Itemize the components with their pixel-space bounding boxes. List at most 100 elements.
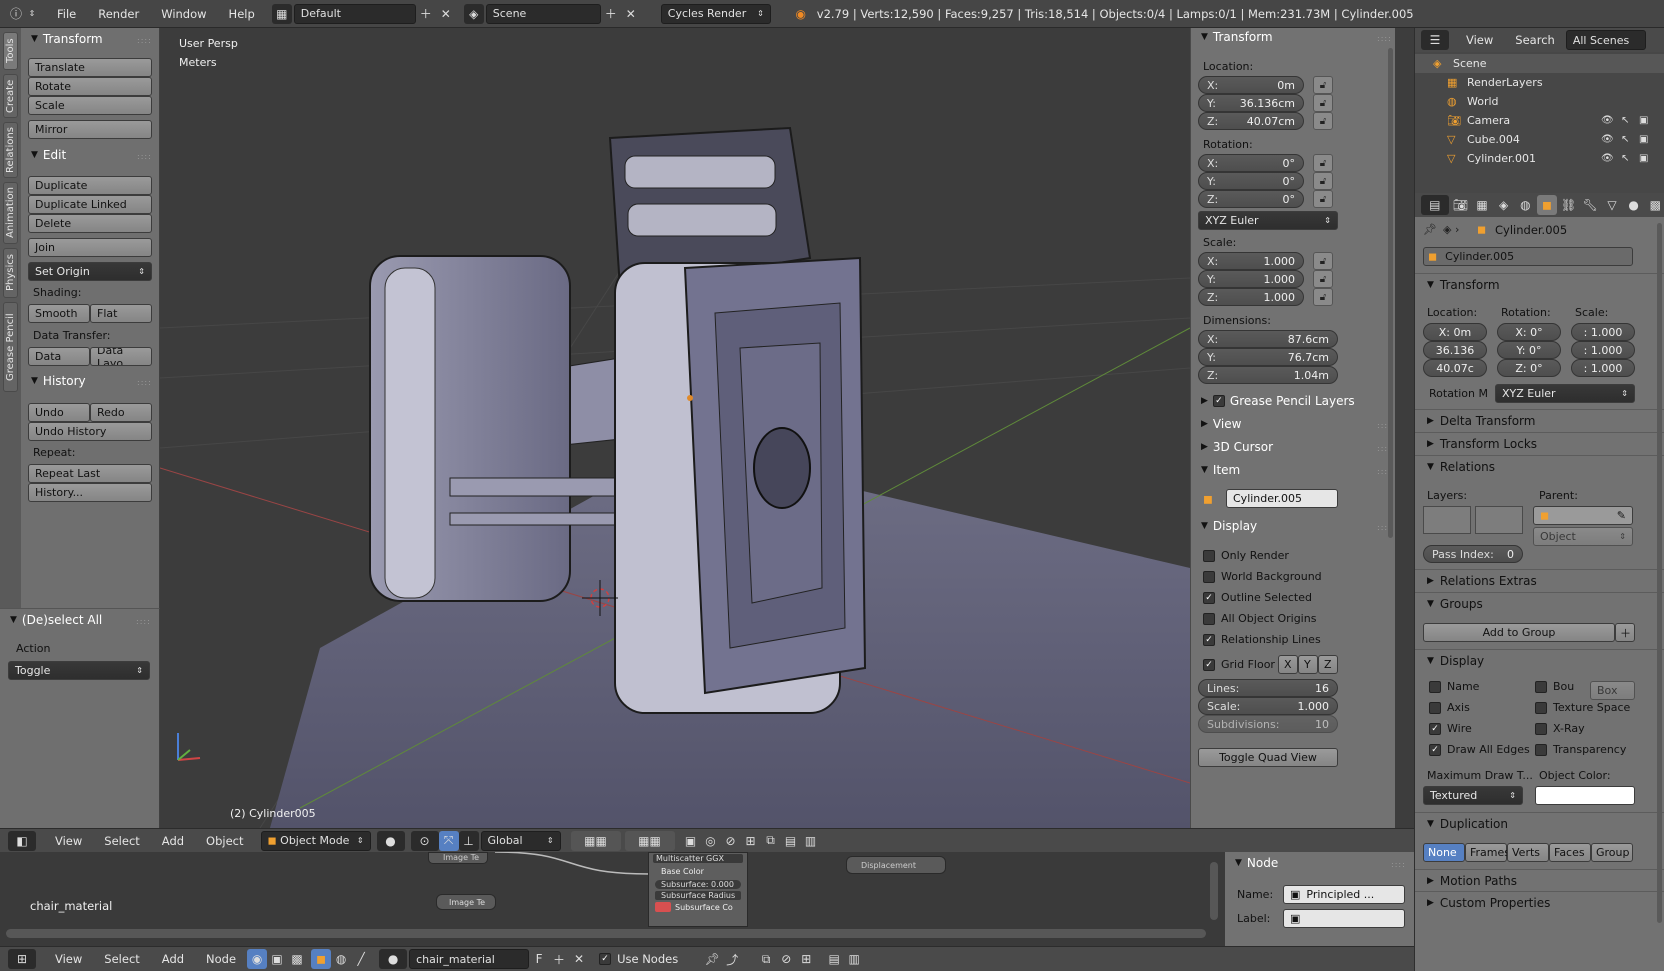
delta-transform-header[interactable]: ▶ Delta Transform xyxy=(1415,409,1664,431)
selectable-arrow-icon[interactable]: ↖ xyxy=(1621,153,1629,164)
display-option-checkbox[interactable] xyxy=(1203,613,1215,625)
screen-layout-icon[interactable]: ▦ xyxy=(271,3,292,24)
node-menu-add[interactable]: Add xyxy=(151,952,195,966)
scene-tab-icon[interactable]: ◈ xyxy=(1494,195,1514,215)
shading-sphere-icon[interactable]: ● xyxy=(376,830,405,851)
panel-scrollbar[interactable] xyxy=(1388,48,1393,538)
history-button[interactable]: History... xyxy=(28,483,152,502)
snap-icon[interactable]: ⊘ xyxy=(721,831,741,851)
relations-header[interactable]: ▼ Relations xyxy=(1415,455,1664,477)
prop-rotation-y[interactable]: Y: 0° xyxy=(1497,341,1561,359)
dimension-z-field[interactable]: Z: 1.04m xyxy=(1198,366,1338,384)
modifiers-tab-icon[interactable]: 🔧︎ xyxy=(1580,195,1600,215)
node-menu-select[interactable]: Select xyxy=(93,952,150,966)
drag-grip-icon[interactable]: :::: xyxy=(1377,34,1392,43)
display-checkbox[interactable] xyxy=(1535,744,1547,756)
duplication-option-button[interactable]: Group xyxy=(1591,843,1633,862)
viewport-menu-view[interactable]: View xyxy=(44,834,93,848)
display-checkbox[interactable]: ✓ xyxy=(1429,723,1441,735)
grid-axis-z-button[interactable]: Z xyxy=(1318,655,1338,674)
linestyle-icon[interactable]: ╱ xyxy=(351,949,371,969)
lock-icon[interactable]: 🔓︎ xyxy=(1313,252,1333,270)
outliner-row[interactable]: ◈ Scene xyxy=(1415,54,1664,73)
add-screen-icon[interactable]: ＋ xyxy=(416,4,436,24)
tab-animation[interactable]: Animation xyxy=(3,182,18,244)
manipulator-icon[interactable]: ⤧ xyxy=(438,830,459,851)
compositing-nodes-icon[interactable]: ▣ xyxy=(267,949,287,969)
lock-icon[interactable]: 🔓︎ xyxy=(1313,94,1333,112)
lock-icon[interactable]: 🔓︎ xyxy=(1313,154,1333,172)
display-header[interactable]: ▼ Display xyxy=(1415,649,1664,671)
image-texture-node-top[interactable]: Image Te xyxy=(428,852,488,864)
shader-nodes-icon[interactable]: ◉ xyxy=(247,949,268,969)
prop-scale-y[interactable]: : 1.000 xyxy=(1571,341,1635,359)
visibility-eye-icon[interactable]: 👁︎ xyxy=(1601,134,1614,145)
action-dropdown[interactable]: Toggle ⇕ xyxy=(8,661,150,680)
prop-rotation-mode-dropdown[interactable]: XYZ Euler ⇕ xyxy=(1495,384,1635,403)
snap-element-icon[interactable]: ⊞ xyxy=(796,949,816,969)
display-option-checkbox[interactable]: ✓ xyxy=(1203,592,1215,604)
world-shader-icon[interactable]: ◍ xyxy=(331,949,351,969)
properties-scrollbar[interactable] xyxy=(1657,223,1662,923)
renderlayers-tab-icon[interactable]: ▦ xyxy=(1472,195,1492,215)
tab-grease-pencil[interactable]: Grease Pencil xyxy=(3,302,18,392)
layer-grid-left[interactable] xyxy=(1423,506,1471,534)
display-checkbox[interactable] xyxy=(1429,702,1441,714)
data-layout-button[interactable]: Data Layo xyxy=(90,347,152,366)
lock-icon[interactable]: 🔓︎ xyxy=(1313,190,1333,208)
paste-clipboard-icon[interactable]: ▥ xyxy=(844,949,864,969)
grid-scale-field[interactable]: Scale: 1.000 xyxy=(1198,697,1338,715)
parent-field[interactable]: ◼ ✎ xyxy=(1533,506,1633,525)
history-section-header[interactable]: ▼ History xyxy=(31,374,86,388)
menu-window[interactable]: Window xyxy=(150,7,217,21)
vertical-scrollbar[interactable] xyxy=(1210,862,1218,920)
snap-element-icon[interactable]: ⊞ xyxy=(741,831,761,851)
menu-render[interactable]: Render xyxy=(87,7,150,21)
chevron-updown-icon[interactable]: ⇕ xyxy=(26,4,38,24)
dimension-y-field[interactable]: Y: 76.7cm xyxy=(1198,348,1338,366)
pin-icon[interactable]: 📌︎ xyxy=(702,949,722,969)
snap-icon[interactable]: ⊘ xyxy=(776,949,796,969)
tab-tools[interactable]: Tools xyxy=(3,32,18,70)
render-tab-icon[interactable]: 📷︎ xyxy=(1451,195,1471,215)
multiscatter-dropdown[interactable]: Multiscatter GGX xyxy=(653,854,743,863)
outliner-menu-search[interactable]: Search xyxy=(1504,33,1566,47)
3d-cursor-section[interactable]: ▶ 3D Cursor xyxy=(1201,440,1273,454)
operator-section-header[interactable]: ▼ (De)select All xyxy=(10,613,102,627)
smooth-button[interactable]: Smooth xyxy=(28,304,90,323)
properties-editor-icon[interactable]: ▤ xyxy=(1421,195,1449,215)
prop-rotation-z[interactable]: Z: 0° xyxy=(1497,359,1561,377)
material-slot-icon[interactable]: ● xyxy=(379,949,408,969)
location-y-field[interactable]: Y: 36.136cm xyxy=(1198,94,1304,112)
grid-floor-checkbox[interactable]: ✓ xyxy=(1203,659,1215,671)
proportional-edit-icon[interactable]: ◎ xyxy=(701,831,721,851)
camera-render-icon[interactable]: ▥ xyxy=(801,831,821,851)
flat-button[interactable]: Flat xyxy=(90,304,152,323)
prop-location-z[interactable]: 40.07c xyxy=(1423,359,1487,377)
copy-clipboard-icon[interactable]: ▤ xyxy=(824,949,844,969)
fake-user-button[interactable]: F xyxy=(529,949,549,969)
grid-axis-x-button[interactable]: X xyxy=(1278,655,1298,674)
editor-type-icon[interactable]: ⊞ xyxy=(8,949,36,969)
join-button[interactable]: Join xyxy=(28,238,152,257)
screen-layout-field[interactable]: Default xyxy=(293,3,416,24)
lock-icon[interactable]: 🔓︎ xyxy=(1313,76,1333,94)
dimension-x-field[interactable]: X: 87.6cm xyxy=(1198,330,1338,348)
viewport-menu-select[interactable]: Select xyxy=(93,834,150,848)
motion-paths-header[interactable]: ▶ Motion Paths xyxy=(1415,869,1664,891)
info-editor-icon[interactable]: ⓘ xyxy=(6,4,26,24)
scale-x-field[interactable]: X: 1.000 xyxy=(1198,252,1304,270)
object-datablock-field[interactable]: ◼ Cylinder.005 xyxy=(1423,247,1633,266)
location-x-field[interactable]: X: 0m xyxy=(1198,76,1304,94)
drag-grip-icon[interactable]: :::: xyxy=(1391,860,1406,869)
drag-grip-icon[interactable]: :::: xyxy=(136,617,151,626)
image-texture-node[interactable]: Image Te xyxy=(436,894,496,910)
redo-button[interactable]: Redo xyxy=(90,403,152,422)
prop-location-y[interactable]: 36.136 xyxy=(1423,341,1487,359)
display-checkbox[interactable] xyxy=(1535,702,1547,714)
set-origin-dropdown[interactable]: Set Origin ⇕ xyxy=(28,262,152,281)
lock-icon[interactable]: 🔓︎ xyxy=(1313,172,1333,190)
material-tab-icon[interactable]: ● xyxy=(1624,195,1644,215)
view-section[interactable]: ▶ View xyxy=(1201,417,1241,431)
node-label-field[interactable]: ▣ xyxy=(1283,909,1405,928)
